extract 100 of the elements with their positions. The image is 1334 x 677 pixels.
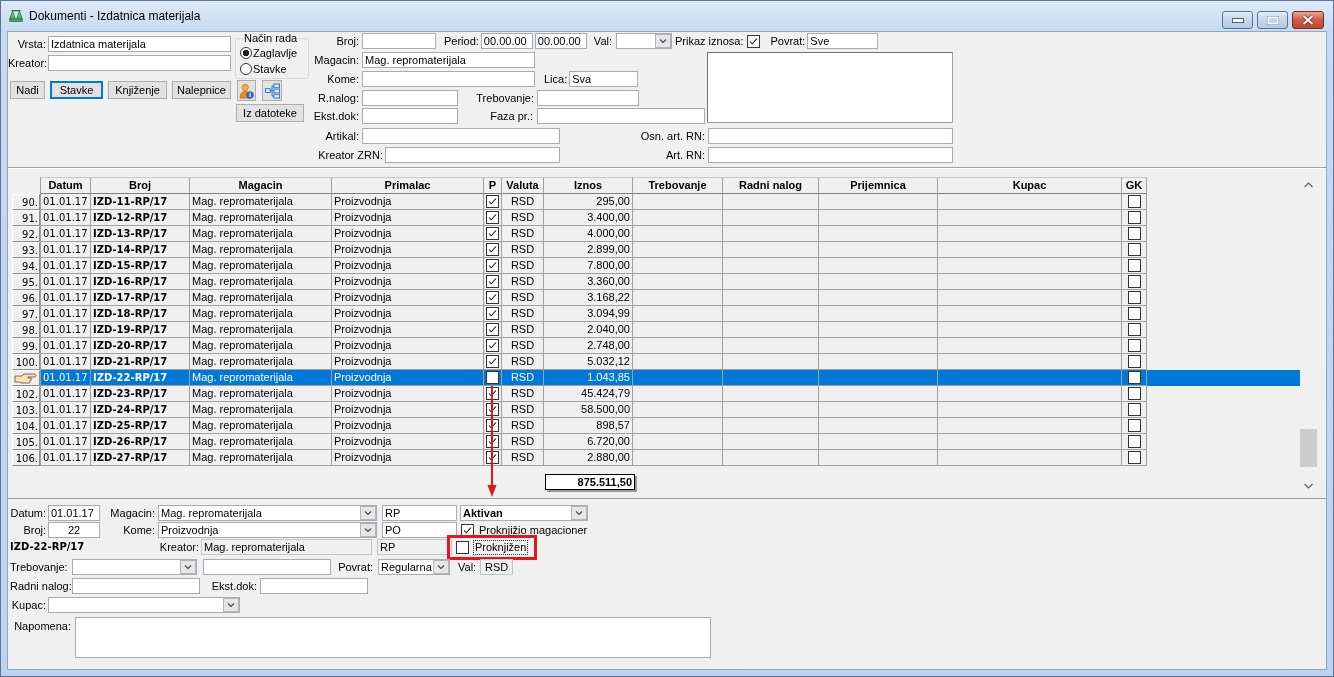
input-field[interactable]: 00.00.00 xyxy=(480,33,533,49)
input-field[interactable]: Sve xyxy=(807,33,879,49)
toolbar-button[interactable]: Nađi xyxy=(10,81,45,99)
checkbox[interactable] xyxy=(486,355,499,368)
input-field[interactable]: PO xyxy=(382,522,457,538)
radio-label[interactable]: Zaglavlje xyxy=(253,45,298,61)
row-number: 92. xyxy=(12,226,40,242)
total-amount: 875.511,50 xyxy=(545,474,635,490)
dropdown[interactable]: Regularna xyxy=(378,559,450,575)
dropdown[interactable]: Proizvodnja xyxy=(158,522,377,538)
dropdown[interactable]: Mag. repromaterijala xyxy=(158,505,377,521)
input-field[interactable] xyxy=(708,128,953,144)
user-info-button[interactable] xyxy=(237,80,256,101)
input-field[interactable] xyxy=(385,147,560,163)
field-label: Datum: xyxy=(10,506,46,521)
checkbox[interactable] xyxy=(486,259,499,272)
scrollbar-thumb[interactable] xyxy=(1300,429,1317,467)
checkbox-label[interactable]: Proknjižio magacioner xyxy=(479,522,588,538)
checkbox[interactable] xyxy=(486,195,499,208)
minimize-button[interactable] xyxy=(1222,11,1253,29)
input-field[interactable] xyxy=(260,578,368,594)
column-header[interactable]: Radni nalog xyxy=(723,177,819,194)
checkbox[interactable] xyxy=(486,227,499,240)
input-field[interactable] xyxy=(362,128,560,144)
checkbox[interactable] xyxy=(486,291,499,304)
checkbox[interactable] xyxy=(1127,419,1141,432)
checkbox[interactable] xyxy=(1127,227,1141,240)
column-header[interactable]: Primalac xyxy=(332,177,484,194)
column-header[interactable]: Kupac xyxy=(938,177,1122,194)
column-header[interactable]: Prijemnica xyxy=(819,177,938,194)
toolbar-button[interactable]: Knjiženje xyxy=(108,81,167,99)
checkbox[interactable] xyxy=(486,275,499,288)
checkbox[interactable] xyxy=(1127,371,1141,384)
table-row[interactable]: 01.01.17 IZD-22-RP/17 Mag. repromaterijala Proizvodnja RSD 1.043,85 xyxy=(12,370,1300,386)
toolbar-button[interactable]: Stavke xyxy=(50,81,103,99)
input-field[interactable] xyxy=(362,71,535,87)
checkbox[interactable] xyxy=(1127,403,1141,416)
input-field[interactable]: 01.01.17 xyxy=(48,505,100,521)
input-field[interactable]: Mag. repromaterijala xyxy=(362,52,535,68)
checkbox[interactable] xyxy=(486,339,499,352)
checkbox[interactable] xyxy=(1127,259,1141,272)
input-field[interactable] xyxy=(72,578,200,594)
toolbar-button[interactable]: Nalepnice xyxy=(172,81,231,99)
checkbox[interactable] xyxy=(1127,243,1141,256)
column-header[interactable]: Trebovanje xyxy=(633,177,723,194)
field-label: Magacin: xyxy=(313,53,359,68)
field-label: Povrat: xyxy=(770,34,806,49)
row-header[interactable] xyxy=(12,370,40,386)
table-cell: IZD-27-RP/17 xyxy=(91,450,190,466)
checkbox[interactable] xyxy=(456,540,469,554)
input-field[interactable] xyxy=(708,147,953,163)
input-field[interactable]: Sva xyxy=(569,71,639,87)
checkbox[interactable] xyxy=(1127,291,1141,304)
row-number: 100. xyxy=(12,354,40,370)
input-field[interactable]: Izdatnica materijala xyxy=(48,36,231,52)
checkbox[interactable] xyxy=(1127,307,1141,320)
checkbox[interactable] xyxy=(747,34,761,48)
column-header[interactable]: Magacin xyxy=(190,177,332,194)
checkbox[interactable] xyxy=(1127,339,1141,352)
table-cell: 01.01.17 xyxy=(40,450,91,466)
input-field[interactable] xyxy=(203,559,331,575)
input-field[interactable]: 22 xyxy=(48,522,100,538)
checkbox[interactable] xyxy=(1127,451,1141,464)
checkbox-label[interactable]: Proknjižen xyxy=(474,540,528,554)
import-button[interactable]: Iz datoteke xyxy=(236,104,304,122)
column-header[interactable]: Broj xyxy=(91,177,190,194)
checkbox[interactable] xyxy=(486,323,499,336)
input-field[interactable] xyxy=(537,90,639,106)
input-field[interactable]: 00.00.00 xyxy=(534,33,587,49)
radio-button[interactable] xyxy=(240,47,252,59)
row-number: 96. xyxy=(12,290,40,306)
checkbox[interactable] xyxy=(1127,355,1141,368)
checkbox[interactable] xyxy=(1127,323,1141,336)
window-title: Dokumenti - Izdatnica materijala xyxy=(29,9,201,23)
input-field[interactable] xyxy=(362,33,436,49)
field-label: Napomena: xyxy=(13,619,71,633)
input-field[interactable] xyxy=(362,90,458,106)
radio-label[interactable]: Stavke xyxy=(253,61,287,77)
input-field[interactable]: RP xyxy=(382,505,457,521)
checkbox[interactable] xyxy=(1127,387,1141,400)
table-cell: Proizvodnja xyxy=(332,450,484,466)
column-header[interactable]: Datum xyxy=(40,177,91,194)
hierarchy-button[interactable] xyxy=(262,80,282,101)
checkbox[interactable] xyxy=(1127,211,1141,224)
maximize-button[interactable] xyxy=(1257,11,1288,29)
close-button[interactable] xyxy=(1292,11,1324,29)
input-field[interactable] xyxy=(537,108,705,124)
row-number: 95. xyxy=(12,274,40,290)
checkbox[interactable] xyxy=(1127,435,1141,448)
column-header[interactable]: Iznos xyxy=(544,177,633,194)
input-field[interactable] xyxy=(362,108,458,124)
dropdown[interactable]: Aktivan xyxy=(460,505,588,521)
checkbox[interactable] xyxy=(1127,275,1141,288)
checkbox[interactable] xyxy=(486,211,499,224)
checkbox[interactable] xyxy=(1127,195,1141,208)
checkbox[interactable] xyxy=(486,371,499,384)
checkbox[interactable] xyxy=(486,307,499,320)
input-field[interactable] xyxy=(48,55,231,71)
checkbox[interactable] xyxy=(486,243,499,256)
radio-button[interactable] xyxy=(240,63,252,75)
